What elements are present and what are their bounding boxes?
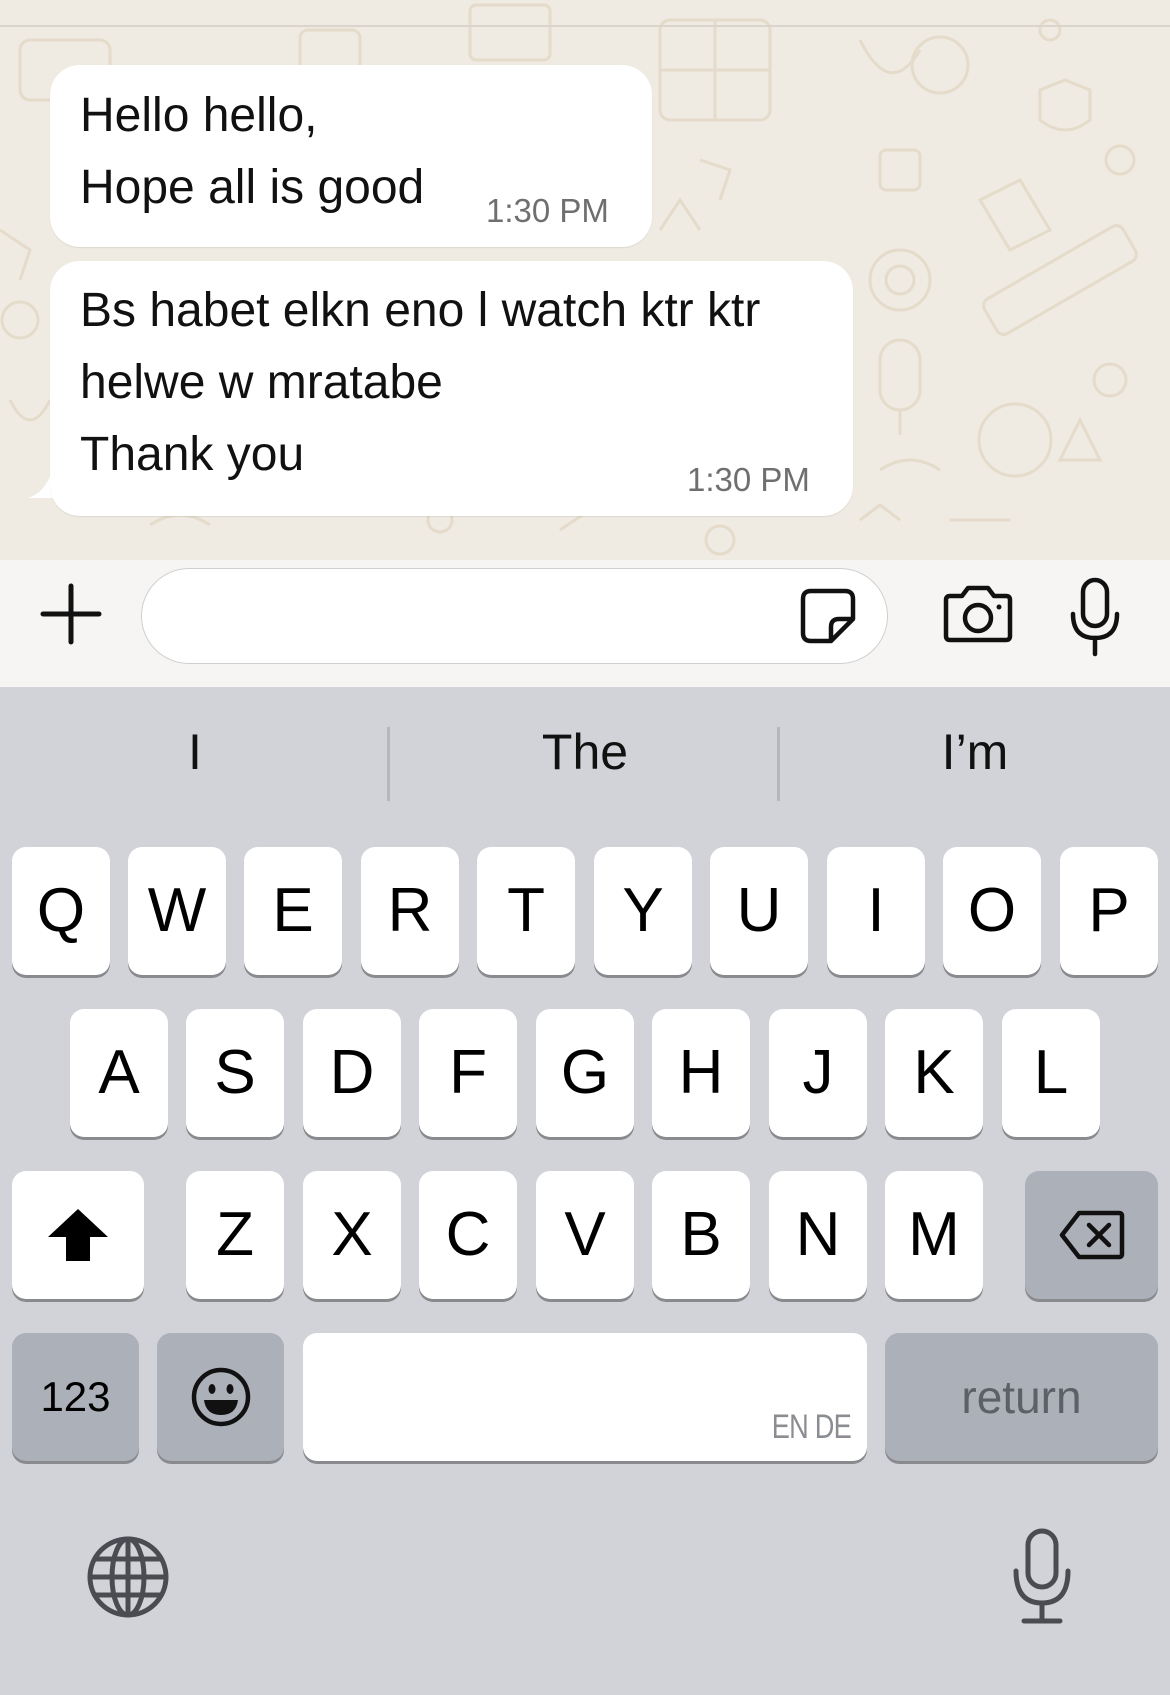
message-text-line: Hope all is good	[80, 161, 425, 214]
key-v[interactable]: V	[536, 1171, 634, 1299]
message-input[interactable]	[141, 568, 888, 664]
emoji-key[interactable]	[157, 1333, 284, 1461]
key-d[interactable]: D	[303, 1009, 401, 1137]
key-g[interactable]: G	[536, 1009, 634, 1137]
key-s[interactable]: S	[186, 1009, 284, 1137]
message-bubble[interactable]: Bs habet elkn eno l watch ktr ktr helwe …	[50, 261, 853, 516]
key-z[interactable]: Z	[186, 1171, 284, 1299]
key-o[interactable]: O	[943, 847, 1041, 975]
key-n[interactable]: N	[769, 1171, 867, 1299]
message-text-line: Bs habet elkn eno l watch ktr ktr	[80, 284, 761, 337]
predictive-bar: I The I’m	[0, 687, 1170, 827]
key-e[interactable]: E	[244, 847, 342, 975]
delete-key[interactable]	[1025, 1171, 1158, 1299]
key-y[interactable]: Y	[594, 847, 692, 975]
suggestion-item[interactable]: I’m	[780, 727, 1170, 777]
message-text-line: Hello hello,	[80, 89, 318, 142]
key-k[interactable]: K	[885, 1009, 983, 1137]
key-w[interactable]: W	[128, 847, 226, 975]
globe-icon[interactable]	[86, 1535, 170, 1619]
key-m[interactable]: M	[885, 1171, 983, 1299]
camera-icon[interactable]	[940, 584, 1016, 646]
message-text-line: helwe w mratabe	[80, 356, 443, 409]
message-timestamp: 1:30 PM	[687, 461, 810, 498]
key-q[interactable]: Q	[12, 847, 110, 975]
message-input-bar	[0, 560, 1170, 687]
shift-icon	[48, 1209, 108, 1261]
key-a[interactable]: A	[70, 1009, 168, 1137]
chat-area[interactable]: Hello hello, Hope all is good 1:30 PM Bs…	[0, 0, 1170, 687]
header-divider	[0, 25, 1170, 27]
message-text-line: Thank you	[80, 428, 305, 481]
key-x[interactable]: X	[303, 1171, 401, 1299]
key-p[interactable]: P	[1060, 847, 1158, 975]
key-l[interactable]: L	[1002, 1009, 1100, 1137]
message-text-field[interactable]	[172, 587, 792, 647]
plus-icon	[40, 583, 102, 645]
attach-button[interactable]	[36, 560, 106, 668]
suggestion-item[interactable]: I	[0, 727, 390, 777]
message-timestamp: 1:30 PM	[486, 192, 609, 229]
emoji-icon	[191, 1367, 250, 1427]
key-t[interactable]: T	[477, 847, 575, 975]
key-c[interactable]: C	[419, 1171, 517, 1299]
key-u[interactable]: U	[710, 847, 808, 975]
suggestion-item[interactable]: The	[390, 727, 780, 777]
keyboard: I The I’m Q W E R T Y U I O P A S D F G …	[0, 687, 1170, 1695]
space-key[interactable]: EN DE	[303, 1333, 867, 1461]
key-b[interactable]: B	[652, 1171, 750, 1299]
numbers-key[interactable]: 123	[12, 1333, 139, 1461]
dictation-icon[interactable]	[1010, 1527, 1074, 1627]
key-r[interactable]: R	[361, 847, 459, 975]
message-bubble[interactable]: Hello hello, Hope all is good 1:30 PM	[50, 65, 652, 247]
return-key[interactable]: return	[885, 1333, 1158, 1461]
key-i[interactable]: I	[827, 847, 925, 975]
key-j[interactable]: J	[769, 1009, 867, 1137]
delete-icon	[1059, 1210, 1124, 1260]
sticker-icon[interactable]	[797, 585, 859, 647]
microphone-icon[interactable]	[1065, 576, 1125, 660]
shift-key[interactable]	[12, 1171, 144, 1299]
key-f[interactable]: F	[419, 1009, 517, 1137]
space-language-hint: EN DE	[771, 1408, 852, 1446]
key-h[interactable]: H	[652, 1009, 750, 1137]
